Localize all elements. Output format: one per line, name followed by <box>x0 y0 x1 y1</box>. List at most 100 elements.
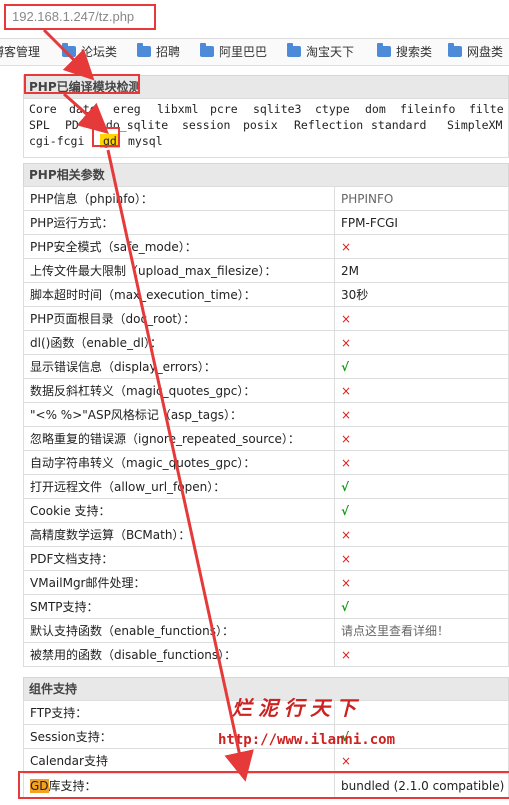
module-name: ereg <box>113 102 141 116</box>
param-row: PHP运行方式： FPM-FCGI <box>23 210 509 235</box>
param-label: 被禁用的函数（disable_functions）： <box>23 642 335 667</box>
param-value: × <box>334 546 509 571</box>
php-params-heading: PHP相关参数 <box>23 163 509 187</box>
module-name: standard <box>371 118 427 132</box>
bookmark-item[interactable]: 博客管理 <box>0 44 40 60</box>
param-value: × <box>334 306 509 331</box>
param-label: Session支持： <box>23 724 335 749</box>
param-label: PHP安全模式（safe_mode）： <box>23 234 335 259</box>
annotation-box-gd-row <box>18 771 509 799</box>
bookmark-label: 博客管理 <box>0 45 41 59</box>
url-input[interactable]: 192.168.1.247/tz.php <box>4 4 156 30</box>
param-label: 脚本超时时间（max_execution_time）： <box>23 282 335 307</box>
param-row: 脚本超时时间（max_execution_time）： 30秒 <box>23 282 509 307</box>
folder-icon <box>287 43 301 57</box>
param-row: dl()函数（enable_dl）： × <box>23 330 509 355</box>
param-value: × <box>334 642 509 667</box>
param-value: × <box>334 748 509 773</box>
param-value: × <box>334 450 509 475</box>
folder-icon <box>448 43 462 57</box>
module-name: Core <box>29 102 57 116</box>
param-label: FTP支持： <box>23 700 335 725</box>
param-value: √ <box>334 354 509 379</box>
param-label: SMTP支持： <box>23 594 335 619</box>
bookmark-label: 网盘类 <box>467 45 504 59</box>
folder-icon <box>62 43 76 57</box>
folder-icon <box>137 43 151 57</box>
param-row: PHP安全模式（safe_mode）： × <box>23 234 509 259</box>
param-row: PDF文档支持： × <box>23 546 509 571</box>
module-name: filte <box>469 102 504 116</box>
param-row: 打开远程文件（allow_url_fopen）： √ <box>23 474 509 499</box>
param-row: PHP页面根目录（doc_root）： × <box>23 306 509 331</box>
bookmark-item[interactable]: 论坛类 <box>62 43 117 60</box>
param-row: PHP信息（phpinfo）： PHPINFO <box>23 186 509 211</box>
annotation-box-gd <box>92 127 120 147</box>
bookmark-label: 搜索类 <box>396 45 433 59</box>
param-value[interactable]: 请点这里查看详细！ <box>334 618 509 643</box>
param-label: 默认支持函数（enable_functions）： <box>23 618 335 643</box>
module-name: Reflection <box>294 118 364 132</box>
module-name: sqlite3 <box>253 102 302 116</box>
param-value: × <box>334 378 509 403</box>
bookmark-label: 招聘 <box>156 45 181 59</box>
param-value: 30秒 <box>334 282 509 307</box>
param-label: 自动字符串转义（magic_quotes_gpc）： <box>23 450 335 475</box>
param-value: √ <box>334 594 509 619</box>
module-name: date <box>69 102 97 116</box>
module-name: fileinfo <box>400 102 456 116</box>
bookmark-label: 阿里巴巴 <box>219 45 268 59</box>
param-row: FTP支持： <box>23 700 509 725</box>
param-row: "<% %>"ASP风格标记（asp_tags）： × <box>23 402 509 427</box>
param-label: PDF文档支持： <box>23 546 335 571</box>
param-row: VMailMgr邮件处理： × <box>23 570 509 595</box>
module-name: mysql <box>128 134 163 148</box>
param-label: PHP页面根目录（doc_root）： <box>23 306 335 331</box>
module-name: pcre <box>210 102 238 116</box>
address-bar[interactable]: 192.168.1.247/tz.php <box>0 0 509 39</box>
param-value: √ <box>334 474 509 499</box>
php-params-table: PHP信息（phpinfo）： PHPINFO PHP运行方式： FPM-FCGI PH… <box>23 186 509 667</box>
param-label: PHP信息（phpinfo）： <box>23 186 335 211</box>
bookmark-item[interactable]: 搜索类 <box>377 43 433 60</box>
module-name: libxml <box>157 102 199 116</box>
param-row: 显示错误信息（display_errors）： √ <box>23 354 509 379</box>
param-row: 忽略重复的错误源（ignore_repeated_source）： × <box>23 426 509 451</box>
param-label: 忽略重复的错误源（ignore_repeated_source）： <box>23 426 335 451</box>
param-label: dl()函数（enable_dl）： <box>23 330 335 355</box>
param-label: VMailMgr邮件处理： <box>23 570 335 595</box>
module-name: SPL <box>29 118 50 132</box>
module-name: cgi-fcgi <box>29 134 85 148</box>
param-value: × <box>334 234 509 259</box>
param-value: × <box>334 402 509 427</box>
param-label: 数据反斜杠转义（magic_quotes_gpc）： <box>23 378 335 403</box>
param-value: √ <box>334 498 509 523</box>
param-row: Session支持： √ <box>23 724 509 749</box>
param-value <box>334 700 509 725</box>
folder-icon <box>377 43 391 57</box>
param-value: √ <box>334 724 509 749</box>
param-value: × <box>334 570 509 595</box>
bookmark-item[interactable]: 网盘类 <box>448 43 504 60</box>
param-value[interactable]: PHPINFO <box>334 186 509 211</box>
param-value: × <box>334 522 509 547</box>
components-heading: 组件支持 <box>23 677 509 701</box>
bookmark-item[interactable]: 淘宝天下 <box>287 43 354 60</box>
components-table: FTP支持： Session支持： √ Calendar支持 × <box>23 700 509 773</box>
bookmark-item[interactable]: 招聘 <box>137 43 181 60</box>
probe-panel: PHP已编译模块检测 Core date ereg libxml pcre sq… <box>18 72 509 805</box>
param-value: FPM-FCGI <box>334 210 509 235</box>
param-label: 显示错误信息（display_errors）： <box>23 354 335 379</box>
param-row: Calendar支持 × <box>23 748 509 773</box>
annotation-box-title <box>24 74 140 94</box>
module-name: session <box>182 118 231 132</box>
module-name: dom <box>365 102 386 116</box>
bookmark-item[interactable]: 阿里巴巴 <box>200 43 268 60</box>
param-label: Calendar支持 <box>23 748 335 773</box>
param-row: 被禁用的函数（disable_functions）： × <box>23 642 509 667</box>
module-name: ctype <box>315 102 350 116</box>
param-row: 高精度数学运算（BCMath）： × <box>23 522 509 547</box>
param-label: 高精度数学运算（BCMath）： <box>23 522 335 547</box>
param-row: 上传文件最大限制（upload_max_filesize）： 2M <box>23 258 509 283</box>
param-value: × <box>334 330 509 355</box>
